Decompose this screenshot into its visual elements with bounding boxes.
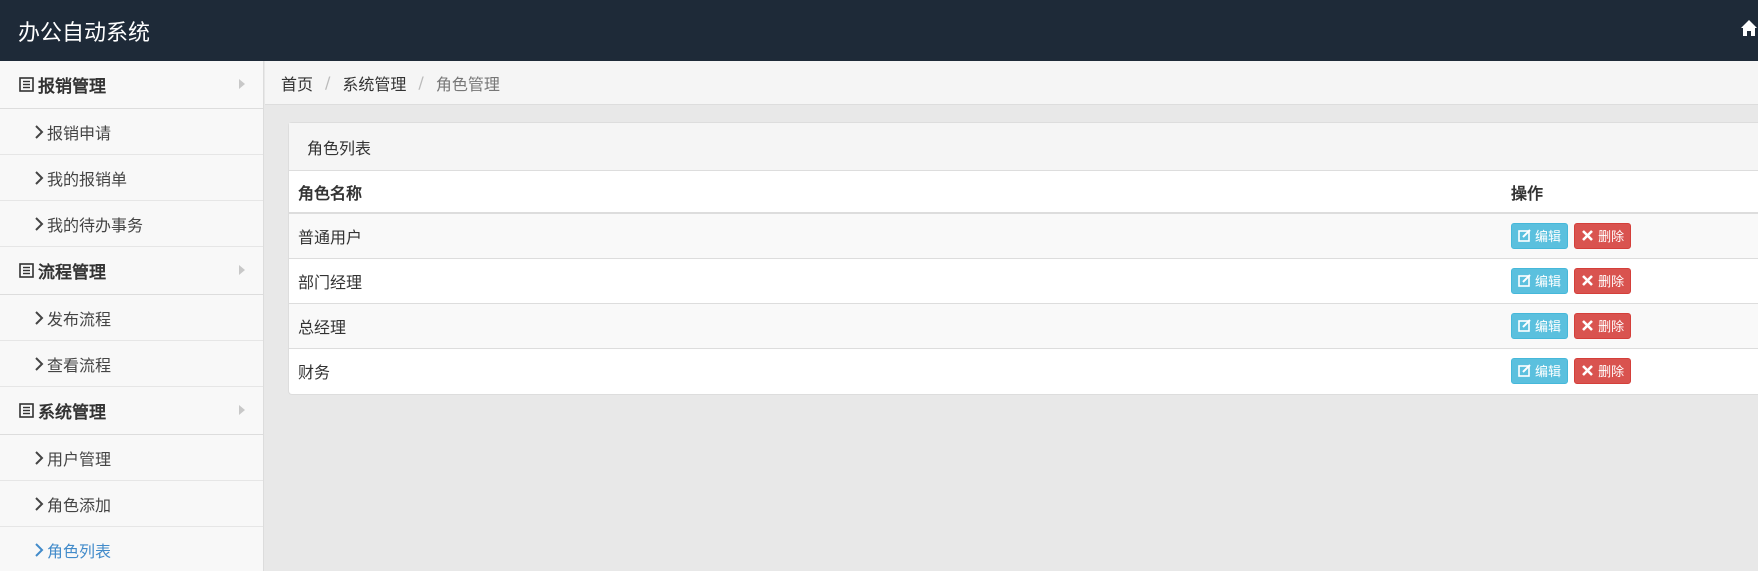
top-navbar: 办公自动系统 bbox=[0, 0, 1758, 61]
edit-button[interactable]: 编辑 bbox=[1511, 267, 1569, 294]
column-header-actions: 操作 bbox=[1502, 171, 1758, 214]
sidebar-item-label: 用户管理 bbox=[47, 449, 112, 469]
sidebar-group-process[interactable]: 流程管理 bbox=[0, 247, 263, 295]
close-icon bbox=[1582, 320, 1594, 331]
caret-right-icon bbox=[239, 265, 245, 275]
edit-button[interactable]: 编辑 bbox=[1511, 222, 1569, 249]
sidebar-item-role-add[interactable]: 角色添加 bbox=[0, 481, 263, 527]
delete-button-label: 删除 bbox=[1598, 275, 1625, 290]
delete-button-label: 删除 bbox=[1598, 365, 1625, 381]
chevron-right-icon bbox=[35, 124, 44, 139]
column-header-role-name: 角色名称 bbox=[289, 171, 1502, 214]
sidebar-item-publish-process[interactable]: 发布流程 bbox=[0, 295, 263, 341]
delete-button[interactable]: 删除 bbox=[1574, 357, 1632, 384]
table-row: 总经理 编辑 删除 bbox=[289, 302, 1758, 348]
sidebar-item-user-management[interactable]: 用户管理 bbox=[0, 435, 263, 481]
list-icon bbox=[19, 403, 34, 418]
edit-icon bbox=[1518, 274, 1531, 287]
delete-button-label: 删除 bbox=[1598, 230, 1625, 246]
sidebar-item-label: 发布流程 bbox=[47, 309, 112, 329]
close-icon bbox=[1582, 365, 1594, 377]
app-brand[interactable]: 办公自动系统 bbox=[18, 15, 150, 47]
delete-button-label: 删除 bbox=[1598, 320, 1625, 335]
close-icon bbox=[1582, 230, 1594, 242]
chevron-right-icon bbox=[35, 216, 44, 231]
chevron-right-icon bbox=[35, 310, 44, 325]
chevron-right-icon bbox=[35, 356, 44, 371]
table-header-row: 角色名称 操作 bbox=[289, 171, 1758, 214]
actions-cell: 编辑 删除 bbox=[1502, 257, 1758, 303]
edit-button-label: 编辑 bbox=[1535, 320, 1562, 335]
breadcrumb-system-link[interactable]: 系统管理 bbox=[342, 71, 406, 95]
actions-cell: 编辑 删除 bbox=[1502, 302, 1758, 348]
breadcrumb-current: 角色管理 bbox=[435, 74, 500, 94]
caret-right-icon bbox=[239, 405, 245, 415]
role-name-cell: 总经理 bbox=[289, 302, 1502, 348]
role-name-cell: 财务 bbox=[289, 347, 1502, 393]
sidebar-item-my-todos[interactable]: 我的待办事务 bbox=[0, 201, 263, 247]
list-icon bbox=[19, 77, 34, 92]
sidebar-item-expense-apply[interactable]: 报销申请 bbox=[0, 109, 263, 155]
sidebar-group-label: 系统管理 bbox=[38, 403, 106, 423]
chevron-right-icon bbox=[35, 496, 44, 511]
delete-button[interactable]: 删除 bbox=[1574, 267, 1632, 294]
role-list-panel: 角色列表 角色名称 操作 普通用户 编辑 删除 部门经理 编辑 删除 总经理 编… bbox=[288, 122, 1758, 395]
close-icon bbox=[1582, 275, 1594, 286]
sidebar-group-system[interactable]: 系统管理 bbox=[0, 387, 263, 435]
breadcrumb-separator: / bbox=[418, 73, 424, 92]
edit-button[interactable]: 编辑 bbox=[1511, 357, 1569, 384]
caret-right-icon bbox=[239, 79, 245, 89]
list-icon bbox=[19, 263, 34, 278]
sidebar-group-expense[interactable]: 报销管理 bbox=[0, 61, 263, 109]
role-table: 角色名称 操作 普通用户 编辑 删除 部门经理 编辑 删除 总经理 编辑 删除 … bbox=[289, 171, 1758, 393]
edit-icon bbox=[1518, 364, 1531, 378]
home-icon[interactable] bbox=[1740, 18, 1758, 38]
chevron-right-icon bbox=[35, 542, 44, 557]
sidebar-item-label: 角色列表 bbox=[47, 541, 112, 561]
table-row: 普通用户 编辑 删除 bbox=[289, 212, 1758, 258]
breadcrumb-home-link[interactable]: 首页 bbox=[281, 71, 313, 95]
panel-title: 角色列表 bbox=[289, 123, 1758, 171]
edit-button[interactable]: 编辑 bbox=[1511, 312, 1569, 339]
role-name-cell: 普通用户 bbox=[289, 212, 1502, 258]
delete-button[interactable]: 删除 bbox=[1574, 312, 1632, 339]
sidebar: 报销管理 报销申请 我的报销单 我的待办事务 流程管理 发布流程 查看流程 系统… bbox=[0, 61, 264, 571]
actions-cell: 编辑 删除 bbox=[1502, 347, 1758, 393]
sidebar-item-label: 我的待办事务 bbox=[47, 215, 144, 235]
sidebar-item-label: 查看流程 bbox=[47, 355, 112, 375]
sidebar-group-label: 报销管理 bbox=[38, 77, 106, 97]
sidebar-item-my-expenses[interactable]: 我的报销单 bbox=[0, 155, 263, 201]
edit-button-label: 编辑 bbox=[1535, 365, 1562, 381]
sidebar-item-label: 角色添加 bbox=[47, 495, 112, 515]
sidebar-item-label: 我的报销单 bbox=[47, 169, 128, 189]
table-row: 部门经理 编辑 删除 bbox=[289, 257, 1758, 303]
chevron-right-icon bbox=[35, 450, 44, 465]
edit-icon bbox=[1518, 229, 1531, 243]
breadcrumb-separator: / bbox=[325, 73, 331, 92]
delete-button[interactable]: 删除 bbox=[1574, 222, 1632, 249]
edit-button-label: 编辑 bbox=[1535, 230, 1562, 246]
sidebar-group-label: 流程管理 bbox=[38, 263, 106, 283]
sidebar-item-label: 报销申请 bbox=[47, 123, 112, 143]
sidebar-item-role-list[interactable]: 角色列表 bbox=[0, 527, 263, 571]
edit-button-label: 编辑 bbox=[1535, 275, 1562, 290]
edit-icon bbox=[1518, 319, 1531, 332]
role-name-cell: 部门经理 bbox=[289, 257, 1502, 303]
actions-cell: 编辑 删除 bbox=[1502, 212, 1758, 258]
chevron-right-icon bbox=[35, 170, 44, 185]
table-row: 财务 编辑 删除 bbox=[289, 347, 1758, 393]
sidebar-item-view-process[interactable]: 查看流程 bbox=[0, 341, 263, 387]
breadcrumb: 首页 / 系统管理 / 角色管理 bbox=[265, 61, 1758, 105]
